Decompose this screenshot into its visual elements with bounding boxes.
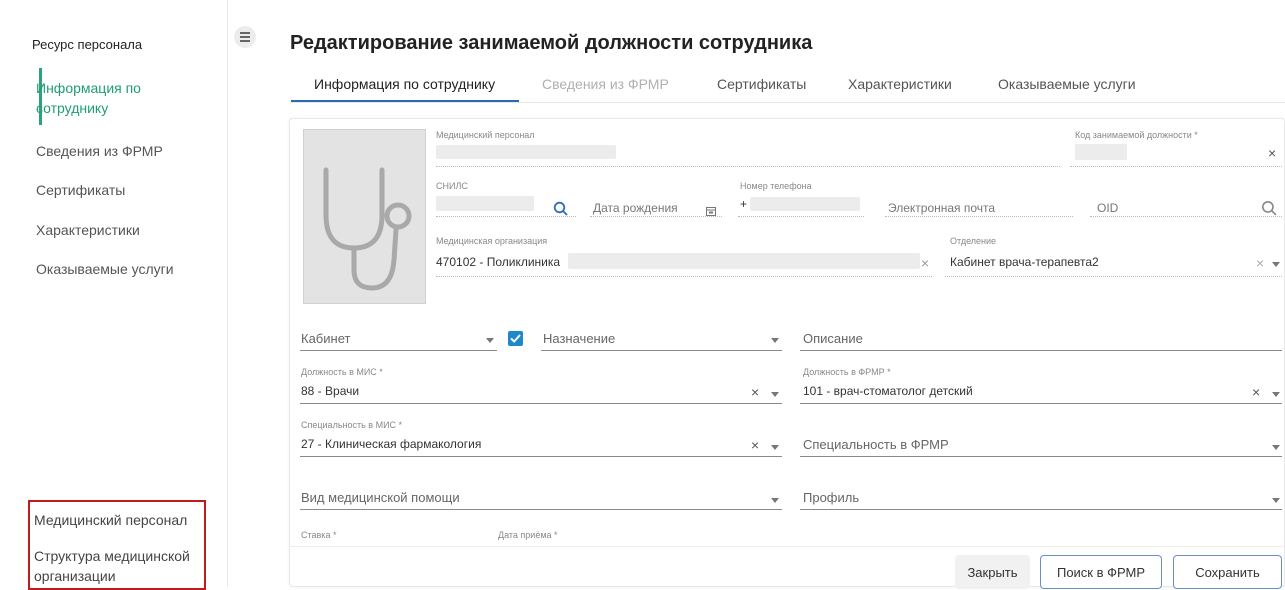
sidebar-title: Ресурс персонала xyxy=(32,37,143,52)
chevron-down-icon[interactable] xyxy=(1272,392,1280,397)
chevron-down-icon[interactable] xyxy=(1272,498,1280,503)
mis-position-underline xyxy=(300,403,782,404)
mis-specialty-value[interactable]: 27 - Клиническая фармакология xyxy=(301,437,481,451)
phone-prefix: + xyxy=(740,197,748,211)
oid-underline xyxy=(1090,216,1282,217)
tab-certificates[interactable]: Сертификаты xyxy=(717,76,806,92)
birth-date-underline xyxy=(590,216,722,217)
frmr-position-underline xyxy=(800,403,1282,404)
snils-underline xyxy=(436,216,576,217)
checkbox-checked-icon[interactable] xyxy=(508,331,523,346)
birth-date-input[interactable]: Дата рождения xyxy=(593,201,678,215)
menu-icon[interactable] xyxy=(234,26,256,48)
department-underline xyxy=(945,276,1282,277)
chevron-down-icon[interactable] xyxy=(771,392,779,397)
sidebar-item-frmr[interactable]: Сведения из ФРМР xyxy=(36,141,163,161)
assignment-underline xyxy=(541,350,782,351)
link-org-structure[interactable]: Структура медицинской организации xyxy=(34,546,190,586)
department-value[interactable]: Кабинет врача-терапевта2 xyxy=(950,255,1099,269)
sidebar-item-characteristics[interactable]: Характеристики xyxy=(36,220,140,240)
snils-label: СНИЛС xyxy=(436,181,468,191)
tab-characteristics[interactable]: Характеристики xyxy=(848,76,952,92)
sidebar-item-label-line1: Информация по xyxy=(36,80,141,96)
link-org-structure-line1: Структура медицинской xyxy=(34,548,190,564)
med-org-underline xyxy=(436,276,932,277)
sidebar-item-certificates[interactable]: Сертификаты xyxy=(36,180,125,200)
tabs-divider xyxy=(290,102,1285,103)
page-title: Редактирование занимаемой должности сотр… xyxy=(290,32,813,54)
tab-frmr[interactable]: Сведения из ФРМР xyxy=(542,76,669,92)
action-bar-divider xyxy=(290,546,1284,547)
close-icon[interactable]: × xyxy=(751,437,759,453)
profile-select[interactable]: Профиль xyxy=(803,490,859,505)
description-input[interactable]: Описание xyxy=(803,331,863,346)
email-input[interactable]: Электронная почта xyxy=(888,201,995,215)
phone-underline xyxy=(738,216,864,217)
frmr-position-label: Должность в ФРМР * xyxy=(803,367,891,377)
save-button[interactable]: Сохранить xyxy=(1173,555,1282,589)
link-org-structure-line2: организации xyxy=(34,568,116,584)
mis-specialty-underline xyxy=(300,456,782,457)
care-type-select[interactable]: Вид медицинской помощи xyxy=(301,490,460,505)
assignment-select[interactable]: Назначение xyxy=(543,331,615,346)
mis-position-value[interactable]: 88 - Врачи xyxy=(301,384,359,398)
med-org-value[interactable]: 470102 - Поликлиника xyxy=(436,255,560,269)
mis-specialty-label: Специальность в МИС * xyxy=(301,420,403,430)
phone-value[interactable] xyxy=(750,197,860,211)
frmr-position-value[interactable]: 101 - врач-стоматолог детский xyxy=(803,384,973,398)
close-button[interactable]: Закрыть xyxy=(955,555,1030,589)
care-type-underline xyxy=(300,509,782,510)
search-icon[interactable] xyxy=(553,201,569,222)
chevron-down-icon[interactable] xyxy=(771,338,779,343)
profile-underline xyxy=(800,509,1282,510)
oid-input[interactable]: OID xyxy=(1097,201,1118,215)
frmr-specialty-select[interactable]: Специальность в ФРМР xyxy=(803,437,949,452)
active-tab-indicator xyxy=(291,100,519,102)
med-org-value-hidden xyxy=(568,253,920,269)
hire-date-label: Дата приёма * xyxy=(498,530,558,540)
sidebar-item-label-line2: сотруднику xyxy=(36,100,109,116)
close-icon[interactable]: × xyxy=(751,384,759,400)
description-underline xyxy=(800,350,1282,351)
medical-staff-value xyxy=(436,145,616,159)
email-underline xyxy=(885,216,1073,217)
sidebar: Ресурс персонала Информация по сотрудник… xyxy=(0,0,228,590)
medical-staff-label: Медицинский персонал xyxy=(436,130,535,140)
chevron-down-icon[interactable] xyxy=(1272,262,1280,267)
cabinet-underline xyxy=(300,350,497,351)
calendar-icon[interactable] xyxy=(706,203,716,221)
close-icon[interactable]: × xyxy=(1268,145,1276,161)
chevron-down-icon[interactable] xyxy=(771,445,779,450)
snils-value[interactable] xyxy=(436,196,534,211)
frmr-search-button[interactable]: Поиск в ФРМР xyxy=(1040,555,1162,589)
sidebar-item-services[interactable]: Оказываемые услуги xyxy=(36,259,174,279)
close-icon[interactable]: × xyxy=(921,255,929,271)
rate-label: Ставка * xyxy=(301,530,337,540)
employee-photo xyxy=(303,129,426,304)
close-icon[interactable]: × xyxy=(1256,255,1264,271)
mis-position-label: Должность в МИС * xyxy=(301,367,383,377)
link-medical-staff[interactable]: Медицинский персонал xyxy=(34,510,187,530)
phone-label: Номер телефона xyxy=(740,181,812,191)
frmr-specialty-underline xyxy=(800,456,1282,457)
medical-staff-underline xyxy=(436,166,1060,167)
position-code-underline xyxy=(1070,166,1282,167)
tab-services[interactable]: Оказываемые услуги xyxy=(998,76,1136,92)
med-org-label: Медицинская организация xyxy=(436,236,548,246)
close-icon[interactable]: × xyxy=(1252,384,1260,400)
search-icon[interactable] xyxy=(1261,200,1278,222)
chevron-down-icon[interactable] xyxy=(486,338,494,343)
stethoscope-icon xyxy=(323,167,412,291)
tab-employee-info[interactable]: Информация по сотруднику xyxy=(314,76,495,92)
chevron-down-icon[interactable] xyxy=(771,498,779,503)
position-code-label: Код занимаемой должности * xyxy=(1075,130,1198,140)
position-code-value[interactable] xyxy=(1075,144,1127,160)
department-label: Отделение xyxy=(950,236,997,246)
chevron-down-icon[interactable] xyxy=(1272,445,1280,450)
cabinet-select[interactable]: Кабинет xyxy=(301,331,350,346)
sidebar-item-employee-info[interactable]: Информация по сотруднику xyxy=(36,78,141,118)
